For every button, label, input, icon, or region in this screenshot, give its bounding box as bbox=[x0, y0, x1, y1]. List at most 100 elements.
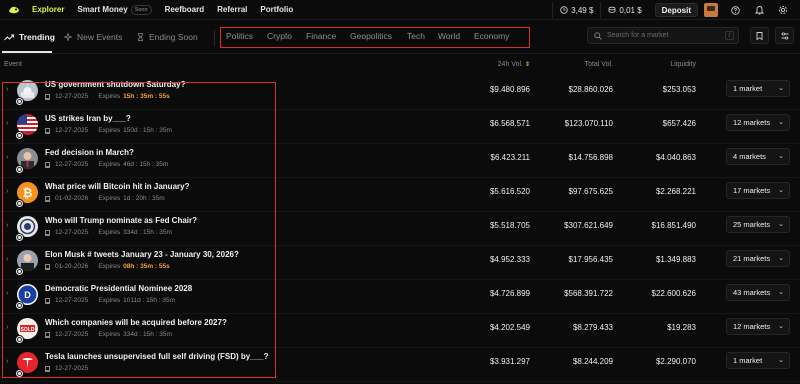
bookmark-icon[interactable] bbox=[45, 331, 50, 338]
markets-dropdown[interactable]: 1 market ⌄ bbox=[726, 352, 790, 369]
event-title[interactable]: Fed decision in March? bbox=[45, 148, 134, 157]
nav-smart-money[interactable]: Smart Money Soon bbox=[77, 4, 152, 15]
category-politics[interactable]: Politics bbox=[226, 31, 253, 41]
settings-icon[interactable] bbox=[776, 2, 790, 18]
liquidity-value: $4.040.863 bbox=[655, 153, 696, 162]
tab-ending-soon[interactable]: Ending Soon bbox=[137, 32, 198, 42]
table-row[interactable]: › US strikes Iran by___? 12-27-2025 · Ex… bbox=[0, 110, 800, 144]
balance-pill-1[interactable]: 3,49 $ bbox=[552, 2, 600, 18]
category-economy[interactable]: Economy bbox=[474, 31, 509, 41]
table-row[interactable]: › Elon Musk # tweets January 23 - Januar… bbox=[0, 246, 800, 280]
markets-dropdown[interactable]: 12 markets ⌄ bbox=[726, 318, 790, 335]
event-title[interactable]: What price will Bitcoin hit in January? bbox=[45, 182, 189, 191]
logo-icon[interactable] bbox=[8, 5, 20, 15]
markets-dropdown[interactable]: 43 markets ⌄ bbox=[726, 284, 790, 301]
event-date: 12-27-2025 bbox=[55, 365, 89, 372]
bookmark-filter-button[interactable] bbox=[750, 27, 769, 44]
bookmark-icon[interactable] bbox=[45, 195, 50, 202]
nav-explorer[interactable]: Explorer bbox=[32, 5, 64, 14]
tab-new-events[interactable]: New Events bbox=[64, 32, 122, 42]
expand-chevron-icon[interactable]: › bbox=[6, 358, 8, 365]
table-row[interactable]: › Fed decision in March? 12-27-2025 · Ex… bbox=[0, 144, 800, 178]
expand-chevron-icon[interactable]: › bbox=[6, 188, 8, 195]
markets-dropdown[interactable]: 17 markets ⌄ bbox=[726, 182, 790, 199]
event-title[interactable]: Tesla launches unsupervised full self dr… bbox=[45, 352, 268, 361]
expand-chevron-icon[interactable]: › bbox=[6, 324, 8, 331]
expand-chevron-icon[interactable]: › bbox=[6, 290, 8, 297]
expires-label: Expires bbox=[98, 297, 121, 304]
bookmark-icon[interactable] bbox=[45, 161, 50, 168]
nav-portfolio[interactable]: Portfolio bbox=[260, 5, 293, 14]
nav-referral[interactable]: Referral bbox=[217, 5, 247, 14]
clock-coin-icon bbox=[560, 6, 568, 14]
vol-24h-value: $5.616.520 bbox=[489, 187, 530, 196]
table-header: Event 24h Vol. ⇕ Total Vol. Liquidity bbox=[0, 59, 800, 73]
expand-chevron-icon[interactable]: › bbox=[6, 154, 8, 161]
markets-dropdown[interactable]: 25 markets ⌄ bbox=[726, 216, 790, 233]
event-title[interactable]: Elon Musk # tweets January 23 - January … bbox=[45, 250, 239, 259]
bookmark-icon[interactable] bbox=[45, 127, 50, 134]
meta-separator: · bbox=[92, 331, 95, 338]
column-24h-vol[interactable]: 24h Vol. ⇕ bbox=[470, 61, 530, 68]
expand-chevron-icon[interactable]: › bbox=[6, 222, 8, 229]
help-icon[interactable] bbox=[728, 2, 742, 18]
expand-chevron-icon[interactable]: › bbox=[6, 86, 8, 93]
table-row[interactable]: › Who will Trump nominate as Fed Chair? … bbox=[0, 212, 800, 246]
event-title[interactable]: Who will Trump nominate as Fed Chair? bbox=[45, 216, 197, 225]
event-meta: 12-27-2025 · Expires 334d : 15h : 35m bbox=[45, 331, 172, 338]
bookmark-icon[interactable] bbox=[45, 229, 50, 236]
user-avatar[interactable] bbox=[704, 3, 718, 17]
chevron-down-icon: ⌄ bbox=[778, 85, 784, 92]
event-title[interactable]: Democratic Presidential Nominee 2028 bbox=[45, 284, 192, 293]
platform-badge-icon bbox=[15, 199, 24, 208]
sort-icon: ⇕ bbox=[524, 62, 530, 68]
table-row[interactable]: › US government shutdown Saturday? 12-27… bbox=[0, 76, 800, 110]
markets-dropdown[interactable]: 21 markets ⌄ bbox=[726, 250, 790, 267]
expand-chevron-icon[interactable]: › bbox=[6, 256, 8, 263]
svg-text:SOLD: SOLD bbox=[21, 327, 35, 333]
bookmark-icon[interactable] bbox=[45, 93, 50, 100]
bookmark-icon[interactable] bbox=[45, 297, 50, 304]
column-event[interactable]: Event bbox=[4, 61, 22, 68]
expires-label: Expires bbox=[98, 331, 121, 338]
expand-chevron-icon[interactable]: › bbox=[6, 120, 8, 127]
markets-count: 1 market bbox=[733, 356, 763, 365]
vol-24h-value: $6.423.211 bbox=[490, 153, 530, 162]
event-title[interactable]: Which companies will be acquired before … bbox=[45, 318, 227, 327]
table-row[interactable]: › D Democratic Presidential Nominee 2028… bbox=[0, 280, 800, 314]
markets-dropdown[interactable]: 12 markets ⌄ bbox=[726, 114, 790, 131]
event-title[interactable]: US government shutdown Saturday? bbox=[45, 80, 185, 89]
search-input[interactable]: Search for a market / bbox=[587, 27, 739, 44]
meta-separator: · bbox=[92, 93, 95, 100]
category-tech[interactable]: Tech bbox=[407, 31, 425, 41]
bookmark-icon[interactable] bbox=[45, 263, 50, 270]
column-total-vol[interactable]: Total Vol. bbox=[543, 61, 613, 68]
event-meta: 01-02-2026 · Expires 1d : 20h : 35m bbox=[45, 195, 165, 202]
filter-settings-button[interactable] bbox=[775, 27, 794, 44]
expires-label: Expires bbox=[98, 127, 121, 134]
table-row[interactable]: › SOLD Which companies will be acquired … bbox=[0, 314, 800, 348]
deposit-button[interactable]: Deposit bbox=[654, 3, 698, 17]
markets-dropdown[interactable]: 1 market ⌄ bbox=[726, 80, 790, 97]
expires-countdown: 334d : 15h : 35m bbox=[123, 331, 172, 338]
hourglass-icon bbox=[138, 33, 143, 41]
category-geopolitics[interactable]: Geopolitics bbox=[350, 31, 392, 41]
column-liquidity[interactable]: Liquidity bbox=[626, 61, 696, 68]
category-crypto[interactable]: Crypto bbox=[267, 31, 292, 41]
table-row[interactable]: › ₿ What price will Bitcoin hit in Janua… bbox=[0, 178, 800, 212]
category-world[interactable]: World bbox=[438, 31, 460, 41]
table-row[interactable]: › Tesla launches unsupervised full self … bbox=[0, 348, 800, 382]
chevron-down-icon: ⌄ bbox=[778, 187, 784, 194]
bookmark-icon[interactable] bbox=[45, 365, 50, 372]
nav-reefboard[interactable]: Reefboard bbox=[165, 5, 205, 14]
vol-24h-value: $5.518.705 bbox=[489, 221, 530, 230]
tab-trending[interactable]: Trending bbox=[4, 32, 55, 42]
bell-icon[interactable] bbox=[752, 2, 766, 18]
balance-pill-2[interactable]: 0,01 $ bbox=[600, 2, 648, 18]
event-title[interactable]: US strikes Iran by___? bbox=[45, 114, 131, 123]
filter-bar: Trending New Events Ending Soon Politics… bbox=[0, 24, 800, 54]
total-vol-value: $14.756.898 bbox=[568, 153, 614, 162]
markets-dropdown[interactable]: 4 markets ⌄ bbox=[726, 148, 790, 165]
category-finance[interactable]: Finance bbox=[306, 31, 336, 41]
tab-ending-soon-label: Ending Soon bbox=[149, 32, 198, 42]
